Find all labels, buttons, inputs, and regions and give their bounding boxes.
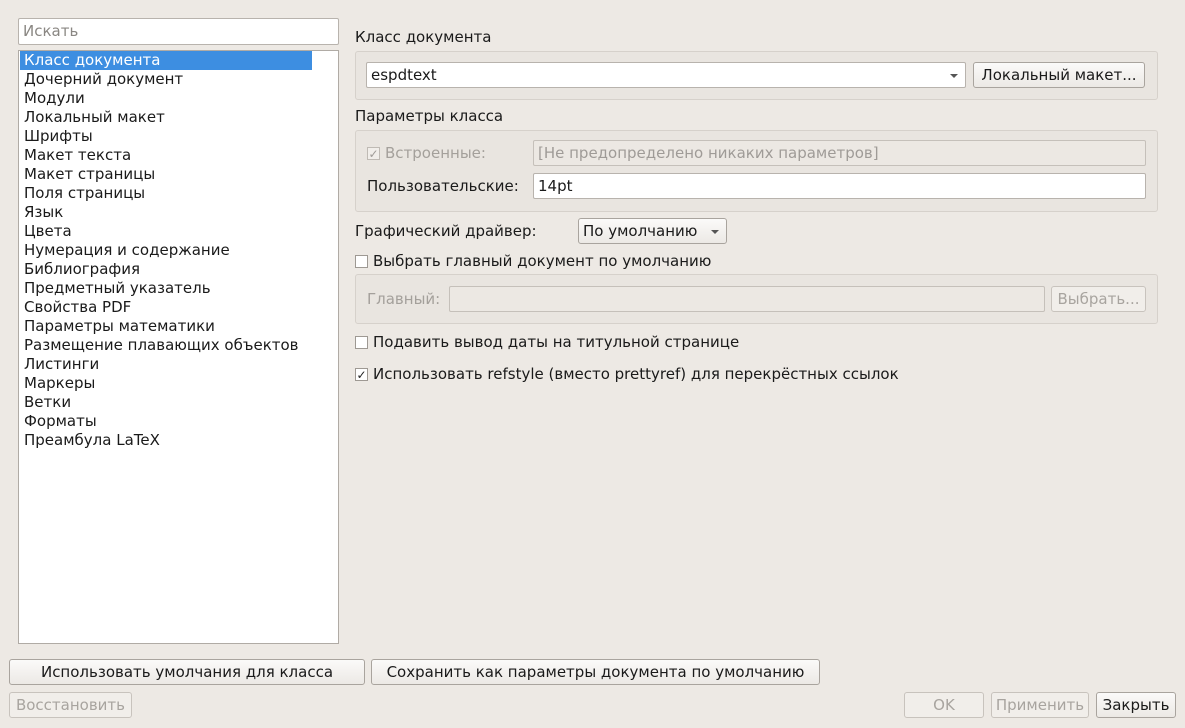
chevron-down-icon bbox=[711, 230, 719, 234]
sidebar-item[interactable]: Ветки bbox=[20, 393, 337, 412]
main-doc-field bbox=[449, 286, 1045, 312]
suppress-date-checkbox[interactable] bbox=[355, 336, 368, 349]
doc-class-heading: Класс документа bbox=[355, 28, 492, 46]
sidebar-item[interactable]: Размещение плавающих объектов bbox=[20, 336, 337, 355]
sidebar-item[interactable]: Дочерний документ bbox=[20, 70, 337, 89]
sidebar-item[interactable]: Форматы bbox=[20, 412, 337, 431]
restore-button: Восстановить bbox=[9, 692, 132, 718]
refstyle-checkbox[interactable]: ✓ bbox=[355, 368, 368, 381]
sidebar-item[interactable]: Язык bbox=[20, 203, 337, 222]
sidebar-item[interactable]: Цвета bbox=[20, 222, 337, 241]
sidebar-nav-list[interactable]: Класс документа Дочерний документ Модули Ло… bbox=[18, 50, 339, 644]
builtin-options-field: [Не предопределено никаких параметров] bbox=[533, 140, 1146, 166]
doc-class-value: espdtext bbox=[371, 66, 437, 84]
master-default-label[interactable]: Выбрать главный документ по умолчанию bbox=[373, 252, 711, 270]
save-as-defaults-button[interactable]: Сохранить как параметры документа по умо… bbox=[371, 659, 820, 685]
sidebar-item[interactable]: Макет текста bbox=[20, 146, 337, 165]
graphics-driver-label: Графический драйвер: bbox=[355, 222, 537, 240]
refstyle-label[interactable]: Использовать refstyle (вместо prettyref)… bbox=[373, 365, 899, 383]
close-button[interactable]: Закрыть bbox=[1096, 692, 1176, 718]
custom-options-label: Пользовательские: bbox=[367, 177, 519, 195]
sidebar-item[interactable]: Маркеры bbox=[20, 374, 337, 393]
builtin-checkbox[interactable]: ✓ bbox=[367, 147, 380, 160]
sidebar-item[interactable]: Класс документа bbox=[20, 51, 312, 70]
master-default-checkbox[interactable] bbox=[355, 255, 368, 268]
class-params-heading: Параметры класса bbox=[355, 107, 504, 125]
ok-button: OK bbox=[904, 692, 984, 718]
sidebar-item[interactable]: Предметный указатель bbox=[20, 279, 337, 298]
chevron-down-icon bbox=[950, 74, 958, 78]
sidebar-item[interactable]: Поля страницы bbox=[20, 184, 337, 203]
sidebar-item[interactable]: Макет страницы bbox=[20, 165, 337, 184]
graphics-driver-value: По умолчанию bbox=[583, 222, 698, 240]
graphics-driver-select[interactable]: По умолчанию bbox=[578, 218, 727, 244]
choose-master-button: Выбрать... bbox=[1051, 286, 1146, 312]
sidebar-item[interactable]: Библиография bbox=[20, 260, 337, 279]
doc-class-select[interactable]: espdtext bbox=[366, 62, 966, 88]
sidebar-item[interactable]: Свойства PDF bbox=[20, 298, 337, 317]
sidebar-item[interactable]: Локальный макет bbox=[20, 108, 337, 127]
custom-options-input[interactable]: 14pt bbox=[533, 173, 1146, 199]
apply-button: Применить bbox=[991, 692, 1089, 718]
sidebar-item[interactable]: Преамбула LaTeX bbox=[20, 431, 337, 450]
search-input[interactable]: Искать bbox=[18, 18, 339, 45]
sidebar-item[interactable]: Шрифты bbox=[20, 127, 337, 146]
main-doc-label: Главный: bbox=[367, 290, 441, 308]
builtin-label: Встроенные: bbox=[385, 144, 486, 162]
use-class-defaults-button[interactable]: Использовать умолчания для класса bbox=[9, 659, 365, 685]
sidebar-item[interactable]: Листинги bbox=[20, 355, 337, 374]
sidebar-item[interactable]: Параметры математики bbox=[20, 317, 337, 336]
sidebar-item[interactable]: Модули bbox=[20, 89, 337, 108]
local-layout-button[interactable]: Локальный макет... bbox=[973, 62, 1145, 88]
sidebar-item[interactable]: Нумерация и содержание bbox=[20, 241, 337, 260]
suppress-date-label[interactable]: Подавить вывод даты на титульной страниц… bbox=[373, 333, 739, 351]
